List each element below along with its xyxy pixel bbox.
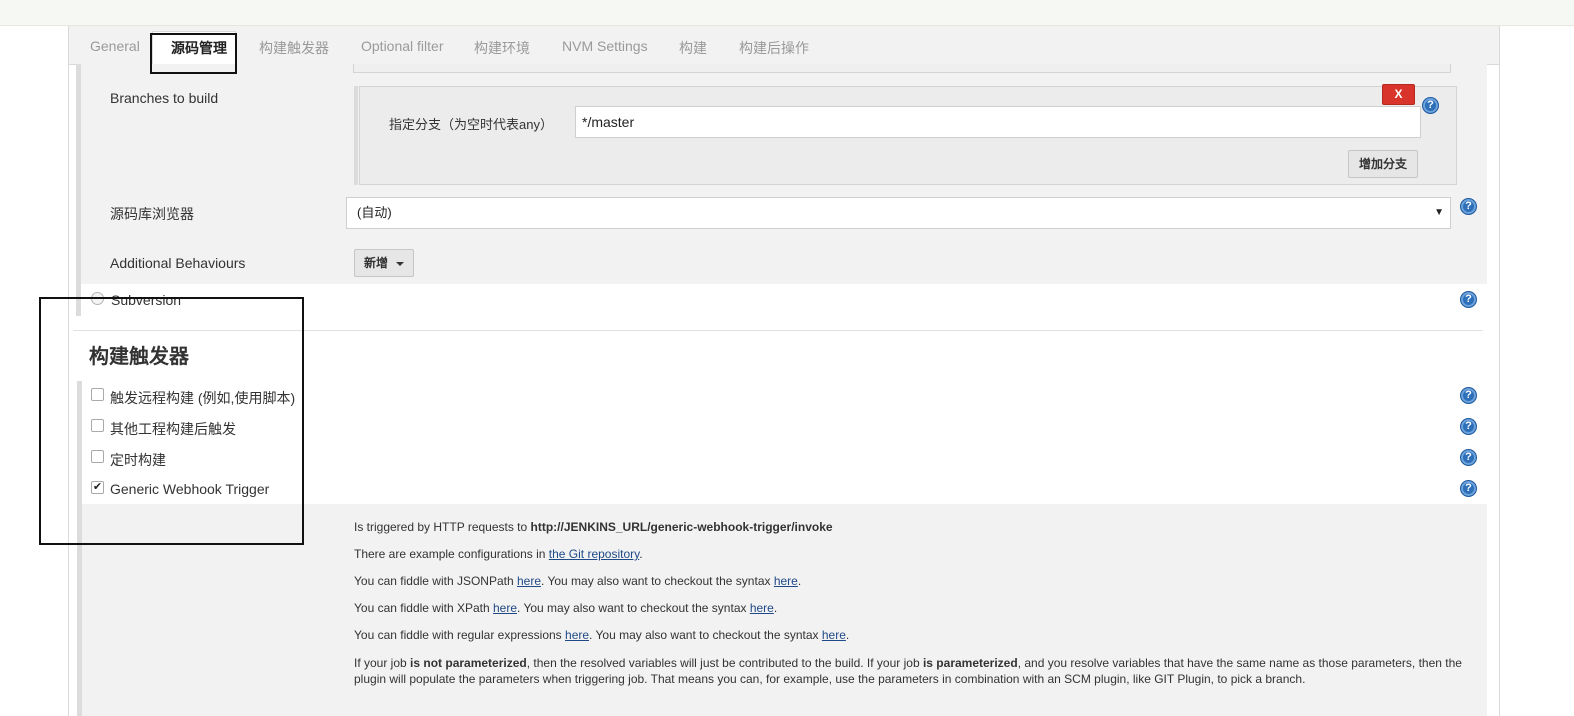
branch-spec-box: X 指定分支（为空时代表any） */master 增加分支 (354, 84, 1457, 185)
tab-source-code-management[interactable]: 源码管理 (171, 38, 227, 58)
trigger-remote-label: 触发远程构建 (例如,使用脚本) (110, 390, 296, 406)
help-icon[interactable]: ? (1460, 387, 1477, 404)
help-icon[interactable]: ? (1422, 97, 1439, 114)
help-icon[interactable]: ? (1460, 480, 1477, 497)
regex-fiddle-link[interactable]: here (565, 628, 589, 642)
repo-browser-select[interactable]: (自动) ▼ (346, 197, 1451, 229)
section-indent-bar (76, 64, 81, 284)
build-triggers-title: 构建触发器 (89, 346, 189, 368)
trigger-generic-webhook-checkbox[interactable]: ✔ (91, 481, 104, 494)
webhook-info-url-line: Is triggered by HTTP requests to http://… (354, 520, 833, 534)
trigger-remote-checkbox[interactable] (91, 388, 104, 401)
tab-bar: General 源码管理 构建触发器 Optional filter 构建环境 … (69, 26, 1499, 65)
text: . (797, 574, 802, 588)
jsonpath-syntax-link[interactable]: here (774, 574, 798, 588)
jsonpath-fiddle-link[interactable]: here (517, 574, 541, 588)
branches-to-build-label: Branches to build (110, 90, 219, 106)
trigger-periodic-label: 定时构建 (110, 452, 166, 468)
generic-webhook-details: Is triggered by HTTP requests to http://… (77, 504, 1487, 716)
trigger-after-other-projects-checkbox[interactable] (91, 419, 104, 432)
help-icon[interactable]: ? (1460, 291, 1477, 308)
config-panel: General 源码管理 构建触发器 Optional filter 构建环境 … (68, 26, 1500, 716)
branch-box-indent-bar (354, 86, 358, 185)
webhook-info-parameters-paragraph: If your job is not parameterized, then t… (354, 655, 1464, 687)
help-icon[interactable]: ? (1460, 198, 1477, 215)
checkmark-icon: ✔ (92, 481, 103, 493)
xpath-syntax-link[interactable]: here (750, 601, 774, 615)
trigger-after-other-projects-label: 其他工程构建后触发 (110, 421, 236, 437)
subversion-label: Subversion (111, 292, 182, 308)
text: , then the resolved variables will just … (526, 656, 923, 670)
subversion-radio[interactable] (91, 292, 104, 305)
text: There are example configurations in (354, 547, 549, 561)
text: You can fiddle with regular expressions (354, 628, 566, 642)
subversion-indent-bar (76, 284, 81, 316)
scm-git-section: Branches to build X 指定分支（为空时代表any） */mas… (76, 64, 1487, 284)
branch-spec-label: 指定分支（为空时代表any） (389, 117, 553, 132)
text: Is triggered by HTTP requests to (354, 520, 531, 534)
dropdown-arrow-icon: ▼ (1434, 207, 1444, 218)
help-icon[interactable]: ? (1460, 449, 1477, 466)
tab-post-build-actions[interactable]: 构建后操作 (739, 38, 809, 58)
text-bold: is parameterized (922, 656, 1018, 670)
caret-down-icon (396, 261, 404, 266)
branch-spec-input[interactable]: */master (575, 106, 1421, 138)
git-repository-link[interactable]: the Git repository (549, 547, 639, 561)
add-branch-button[interactable]: 增加分支 (1348, 150, 1418, 178)
section-divider (73, 330, 1483, 331)
repo-browser-label: 源码库浏览器 (110, 206, 194, 222)
additional-behaviours-label: Additional Behaviours (110, 255, 246, 271)
regex-syntax-link[interactable]: here (822, 628, 846, 642)
webhook-info-xpath-line: You can fiddle with XPath here. You may … (354, 601, 777, 615)
repository-box-bottom (353, 64, 1451, 73)
top-header-strip (0, 0, 1574, 26)
webhook-indent-bar (77, 504, 82, 716)
text: . (845, 628, 850, 642)
webhook-info-jsonpath-line: You can fiddle with JSONPath here. You m… (354, 574, 801, 588)
text: If your job (354, 656, 411, 670)
repo-browser-selected-value: (自动) (357, 205, 392, 220)
tab-nvm-settings[interactable]: NVM Settings (562, 38, 648, 54)
text: You can fiddle with XPath (354, 601, 493, 615)
text: You can fiddle with JSONPath (354, 574, 517, 588)
text: . You may also want to checkout the synt… (517, 601, 750, 615)
xpath-fiddle-link[interactable]: here (493, 601, 517, 615)
trigger-periodic-checkbox[interactable] (91, 450, 104, 463)
webhook-info-examples-line: There are example configurations in the … (354, 547, 643, 561)
add-behaviour-label: 新增 (363, 256, 388, 270)
text-bold: is not parameterized (410, 656, 527, 670)
tab-build-environment[interactable]: 构建环境 (474, 38, 530, 58)
text: . (639, 547, 643, 561)
add-behaviour-button[interactable]: 新增 (354, 249, 414, 277)
webhook-info-regex-line: You can fiddle with regular expressions … (354, 628, 849, 642)
delete-branch-button[interactable]: X (1382, 84, 1415, 105)
help-icon[interactable]: ? (1460, 418, 1477, 435)
tab-general[interactable]: General (90, 38, 140, 54)
text: . You may also want to checkout the synt… (589, 628, 822, 642)
text: . You may also want to checkout the synt… (541, 574, 774, 588)
triggers-indent-bar (77, 381, 82, 504)
trigger-generic-webhook-label: Generic Webhook Trigger (110, 481, 270, 497)
tab-build-triggers[interactable]: 构建触发器 (259, 38, 329, 58)
tab-build[interactable]: 构建 (679, 38, 707, 58)
webhook-url: http://JENKINS_URL/generic-webhook-trigg… (530, 520, 833, 534)
tab-optional-filter[interactable]: Optional filter (361, 38, 443, 54)
text: . (773, 601, 778, 615)
